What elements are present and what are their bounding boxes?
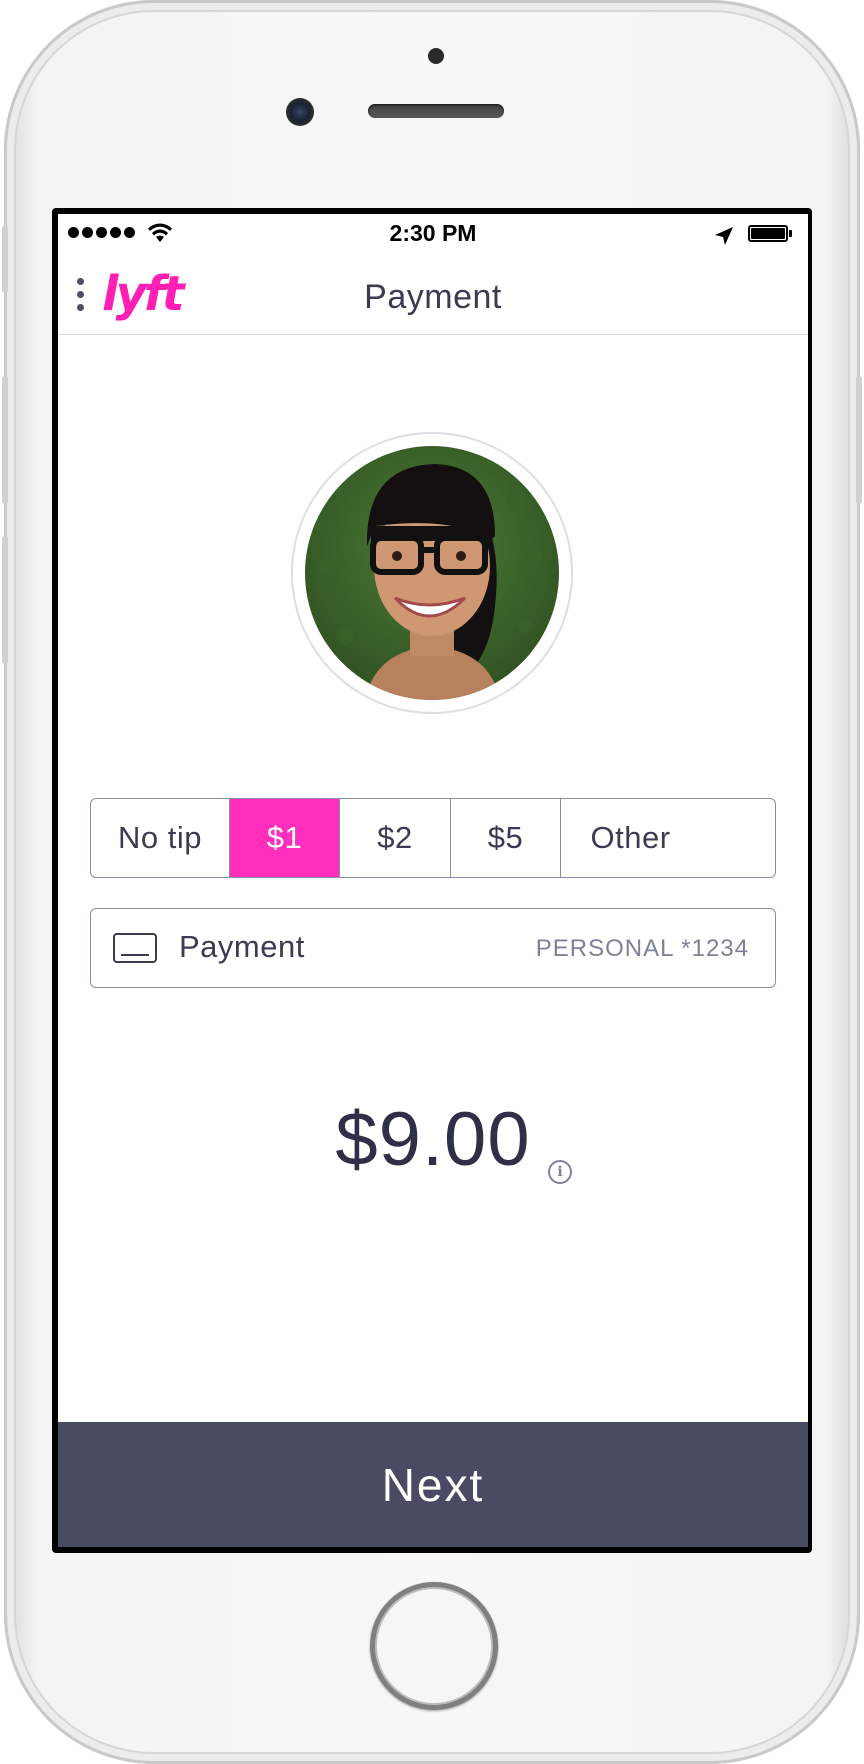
tip-option-1[interactable]: $1 [230,799,340,877]
mute-switch [2,225,8,293]
app-screen: 2:30 PM lyft Payment No tip $1 $2 $5 Oth… [58,214,808,1547]
status-time: 2:30 PM [389,220,477,246]
tip-option-other[interactable]: Other [561,799,700,877]
proximity-sensor [428,48,444,64]
tip-selector: No tip $1 $2 $5 Other [90,798,776,878]
power-button [856,376,862,504]
front-camera [286,98,314,126]
driver-avatar [305,446,559,700]
tip-option-none[interactable]: No tip [91,799,230,877]
battery-icon [748,225,788,242]
home-button[interactable] [370,1582,498,1710]
payment-method-row[interactable]: Payment PERSONAL *1234 [90,908,776,988]
tip-option-2[interactable]: $2 [340,799,451,877]
credit-card-icon [113,933,157,963]
earpiece-speaker [368,104,504,118]
nav-bar: lyft Payment [58,254,808,335]
price-amount: $9.00 [335,1097,531,1182]
volume-up-button [2,376,8,504]
payment-label: Payment [179,929,305,964]
tip-option-5[interactable]: $5 [451,799,561,877]
next-button[interactable]: Next [58,1422,808,1547]
location-arrow-icon [715,227,733,245]
payment-method-value: PERSONAL *1234 [535,935,749,962]
volume-down-button [2,536,8,664]
page-title: Payment [364,278,502,316]
info-icon[interactable]: i [548,1160,572,1184]
total-price: $9.00 [58,1096,808,1183]
battery-tip [789,230,792,237]
status-bar: 2:30 PM [58,214,808,254]
